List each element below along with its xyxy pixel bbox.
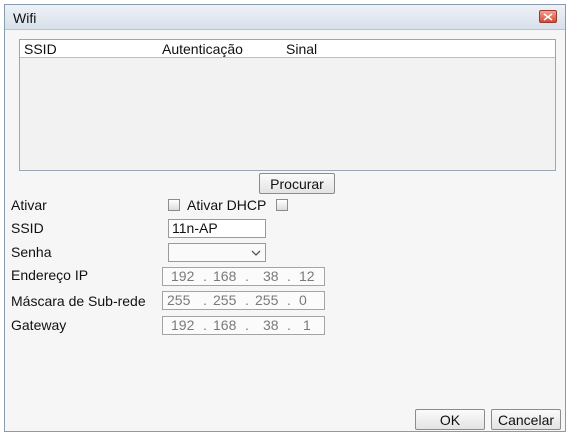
enable-checkbox[interactable] <box>168 199 180 211</box>
column-signal[interactable]: Sinal <box>286 41 317 57</box>
mask-octet-2: 255 <box>213 292 237 308</box>
cancel-button[interactable]: Cancelar <box>491 409 561 430</box>
ip-octet-4: 12 <box>299 268 315 284</box>
subnet-mask-field[interactable]: 255 . 255 . 255 . 0 <box>162 291 325 310</box>
network-list[interactable]: SSID Autenticação Sinal <box>19 39 556 171</box>
close-icon <box>543 12 553 21</box>
gateway-octet-3: 38 <box>263 317 279 333</box>
ip-address-label: Endereço IP <box>11 267 89 283</box>
enable-dhcp-label: Ativar DHCP <box>187 197 267 213</box>
column-ssid[interactable]: SSID <box>24 41 57 57</box>
column-authentication[interactable]: Autenticação <box>162 41 243 57</box>
mask-octet-3: 255 <box>255 292 279 308</box>
enable-label: Ativar <box>11 197 47 213</box>
gateway-octet-2: 168 <box>213 317 237 333</box>
ip-octet-2: 168 <box>213 268 237 284</box>
ok-button[interactable]: OK <box>415 409 485 430</box>
title-bar: Wifi <box>5 5 565 30</box>
ssid-field[interactable]: 11n-AP <box>168 219 266 238</box>
enable-dhcp-checkbox[interactable] <box>276 199 288 211</box>
subnet-mask-label: Máscara de Sub-rede <box>11 293 146 309</box>
dialog-title: Wifi <box>13 10 37 26</box>
mask-octet-1: 255 <box>167 292 191 308</box>
ssid-label: SSID <box>11 220 44 236</box>
ip-address-field[interactable]: 192 . 168 . 38 . 12 <box>162 267 325 286</box>
close-button[interactable] <box>539 10 557 23</box>
password-dropdown[interactable] <box>168 243 266 262</box>
search-button[interactable]: Procurar <box>259 173 335 194</box>
gateway-octet-4: 1 <box>303 317 311 333</box>
gateway-field[interactable]: 192 . 168 . 38 . 1 <box>162 316 325 335</box>
chevron-down-icon <box>251 250 261 256</box>
gateway-octet-1: 192 <box>171 317 195 333</box>
password-label: Senha <box>11 244 52 260</box>
ip-octet-3: 38 <box>263 268 279 284</box>
wifi-dialog: Wifi SSID Autenticação Sinal Procurar At… <box>4 4 566 432</box>
mask-octet-4: 0 <box>299 292 307 308</box>
gateway-label: Gateway <box>11 317 67 333</box>
ip-octet-1: 192 <box>171 268 195 284</box>
list-header: SSID Autenticação Sinal <box>20 40 555 58</box>
